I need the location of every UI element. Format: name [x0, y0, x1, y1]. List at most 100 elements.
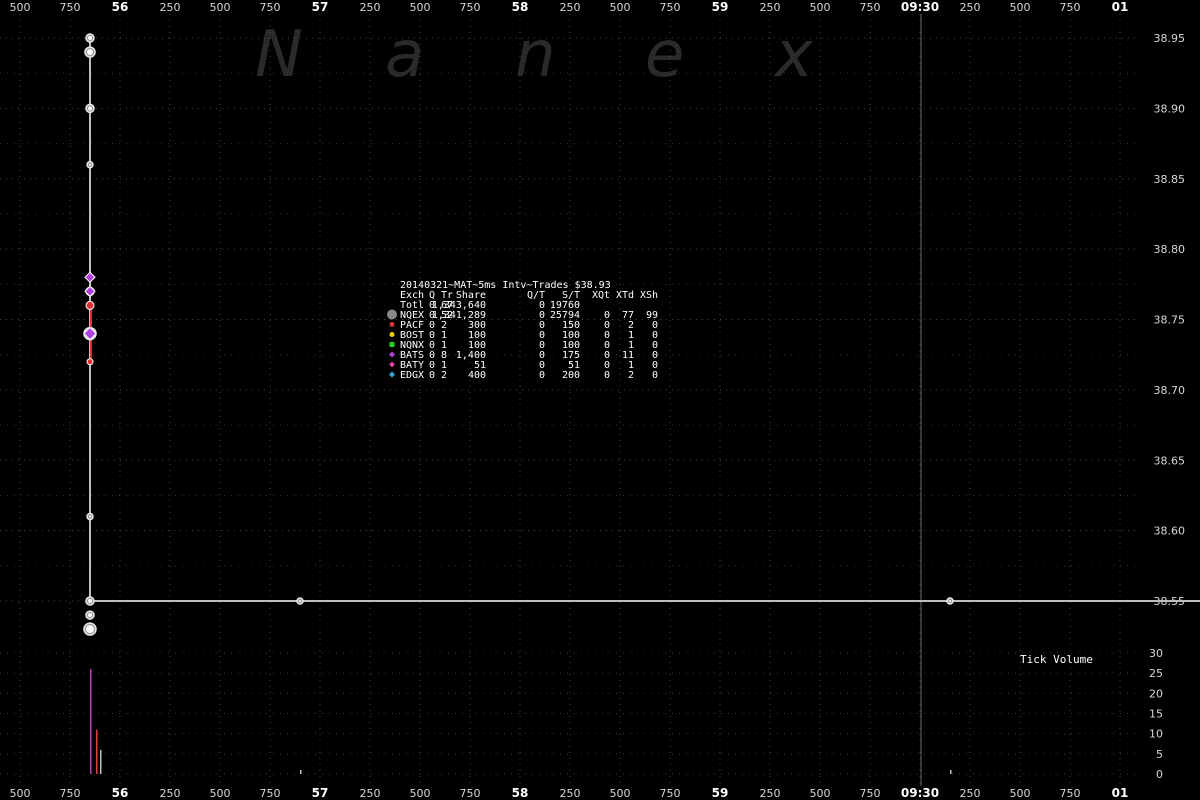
x-tick-label: 500: [410, 787, 431, 800]
trade-point-core: [86, 625, 94, 634]
legend-header-cell: XQt: [592, 290, 610, 301]
x-tick-label: 250: [560, 787, 581, 800]
price-tick-label: 38.60: [1154, 525, 1186, 538]
x-tick-label: 500: [410, 1, 431, 14]
trade-point-core: [299, 600, 301, 602]
x-axis-top: 500 750 56 250 500 750 57 250 500 750 58 250 500 750 5…: [10, 0, 1129, 14]
price-tick-label: 38.90: [1154, 102, 1186, 115]
x-tick-label: 500: [810, 1, 831, 14]
x-tick-label: 500: [810, 787, 831, 800]
legend-cell: 2: [628, 370, 634, 381]
x-tick-label: 750: [460, 787, 481, 800]
x-tick-label: 250: [360, 1, 381, 14]
x-tick-label: 500: [1010, 787, 1031, 800]
price-tick-label: 38.85: [1154, 173, 1186, 186]
legend-marker: [389, 361, 395, 368]
x-tick-label: 500: [10, 1, 31, 14]
legend-cell: 2: [441, 370, 447, 381]
x-tick-label: 59: [712, 786, 729, 800]
x-tick-label: 250: [160, 787, 181, 800]
volume-bar: [100, 749, 102, 774]
nanex-watermark: Na n e x: [255, 18, 814, 92]
volume-tick-label: 30: [1149, 647, 1163, 660]
price-tick-label: 38.80: [1154, 243, 1186, 256]
legend-marker: [389, 351, 395, 358]
legend-cell: 0: [539, 370, 545, 381]
trade-point-bats: [84, 285, 96, 298]
volume-tick-label: 15: [1149, 708, 1163, 721]
legend-header-cell: XTd: [616, 290, 634, 301]
trade-point-pacf: [86, 358, 94, 366]
x-tick-label: 750: [660, 1, 681, 14]
trade-points: [83, 33, 954, 636]
trade-chart: Nanex 500 750 56 250 500 750 57 250 500 750 58 250 5…: [0, 0, 1200, 800]
volume-tick-label: 10: [1149, 728, 1163, 741]
x-tick-label: 750: [260, 1, 281, 14]
x-tick-label: 09:30: [901, 786, 939, 800]
x-tick-label: 56: [112, 0, 129, 14]
watermark-letter: x: [773, 18, 814, 92]
trade-point-pacf: [85, 300, 95, 310]
legend-marker: [389, 322, 395, 327]
x-tick-label: 250: [560, 1, 581, 14]
volume-tick-label: 20: [1149, 687, 1163, 700]
x-tick-label: 750: [60, 1, 81, 14]
trade-point-core: [88, 599, 92, 603]
volume-axis: 30 25 20 15 10 5 0: [1149, 647, 1163, 781]
trade-point-core: [87, 49, 93, 56]
volume-bar: [950, 769, 952, 774]
legend-marker: [387, 309, 397, 320]
x-tick-label: 59: [712, 0, 729, 14]
x-tick-label: 01: [1112, 0, 1129, 14]
x-tick-label: 750: [660, 787, 681, 800]
x-axis-bottom: 500 750 56 250 500 750 57 250 500 750 58 250 500 750 5…: [10, 786, 1129, 800]
trade-point-core: [89, 163, 91, 166]
x-tick-label: 750: [1060, 787, 1081, 800]
trade-point-core: [88, 106, 92, 111]
x-tick-label: 57: [312, 0, 329, 14]
price-axis: 38.95 38.90 38.85 38.80 38.75 38.70 38.65 38.60…: [1154, 32, 1186, 608]
volume-bar: [300, 769, 302, 774]
volume-bars: [90, 669, 952, 774]
legend-cell: 0: [429, 370, 435, 381]
legend-cell: 0: [652, 370, 658, 381]
watermark-letter: N: [255, 18, 303, 92]
x-tick-label: 750: [60, 787, 81, 800]
trade-point-core: [88, 36, 92, 40]
x-tick-label: 250: [760, 1, 781, 14]
volume-tick-label: 5: [1156, 748, 1163, 761]
trade-point-core: [88, 613, 92, 618]
x-tick-label: 750: [460, 1, 481, 14]
x-tick-label: 57: [312, 786, 329, 800]
watermark-letter: a: [385, 18, 424, 92]
price-tick-label: 38.70: [1154, 384, 1186, 397]
x-tick-label: 250: [760, 787, 781, 800]
x-tick-label: 750: [860, 787, 881, 800]
x-tick-label: 56: [112, 786, 129, 800]
legend-marker: [389, 332, 395, 337]
price-tick-label: 38.75: [1154, 314, 1186, 327]
x-tick-label: 500: [1010, 1, 1031, 14]
x-tick-label: 250: [960, 787, 981, 800]
watermark-letter: e: [645, 18, 684, 92]
trade-point-core: [89, 515, 91, 518]
legend-marker: [389, 371, 395, 378]
x-tick-label: 500: [610, 1, 631, 14]
x-tick-label: 500: [210, 787, 231, 800]
x-tick-label: 09:30: [901, 0, 939, 14]
x-tick-label: 750: [860, 1, 881, 14]
price-tick-label: 38.95: [1154, 32, 1186, 45]
x-tick-label: 58: [512, 0, 529, 14]
x-tick-label: 01: [1112, 786, 1129, 800]
legend-cell: EDGX: [400, 370, 424, 381]
x-tick-label: 750: [260, 787, 281, 800]
volume-label: Tick Volume: [1020, 653, 1093, 666]
legend-marker: [389, 342, 395, 347]
chart-grid: [0, 14, 1140, 786]
volume-bar: [96, 729, 98, 774]
x-tick-label: 250: [160, 1, 181, 14]
x-tick-label: 500: [10, 787, 31, 800]
x-tick-label: 250: [960, 1, 981, 14]
x-tick-label: 500: [610, 787, 631, 800]
x-tick-label: 500: [210, 1, 231, 14]
